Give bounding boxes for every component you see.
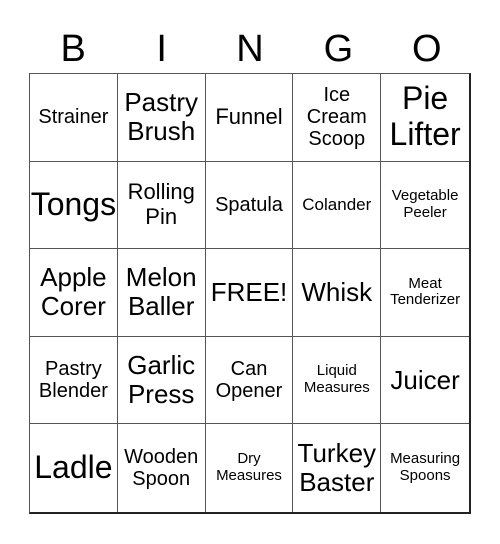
bingo-cell[interactable]: Pastry Blender (30, 336, 118, 425)
bingo-header: B I N G O (29, 26, 471, 72)
bingo-cell[interactable]: Ladle (30, 424, 118, 512)
bingo-cell[interactable]: Ice Cream Scoop (293, 74, 382, 162)
bingo-cell[interactable]: Pastry Brush (117, 74, 206, 162)
bingo-cell[interactable]: Dry Measures (206, 424, 294, 512)
bingo-cell[interactable]: Turkey Baster (293, 424, 382, 512)
bingo-cell[interactable]: Wooden Spoon (118, 424, 206, 512)
bingo-cell[interactable]: Tongs (30, 161, 118, 250)
bingo-cell[interactable]: Pie Lifter (381, 74, 469, 162)
bingo-grid: Strainer Pastry Brush Funnel Ice Cream S… (29, 73, 471, 514)
header-letter-o: O (412, 28, 442, 70)
bingo-cell[interactable]: Whisk (293, 249, 382, 337)
bingo-cell[interactable]: Vegetable Peeler (381, 162, 469, 250)
bingo-cell[interactable]: Colander (293, 161, 382, 250)
header-letter-i: I (156, 28, 167, 70)
header-letter-g: G (323, 28, 354, 70)
bingo-cell[interactable]: Apple Corer (30, 249, 118, 337)
bingo-cell[interactable]: Rolling Pin (117, 161, 206, 250)
header-letter-n: N (236, 28, 264, 70)
bingo-cell[interactable]: Spatula (205, 161, 294, 250)
free-space-cell[interactable]: FREE! (205, 249, 294, 337)
bingo-cell[interactable]: Melon Baller (117, 249, 206, 337)
bingo-cell[interactable]: Garlic Press (117, 336, 206, 425)
bingo-cell[interactable]: Juicer (381, 337, 469, 425)
bingo-cell[interactable]: Funnel (205, 74, 294, 162)
bingo-cell[interactable]: Measuring Spoons (381, 424, 469, 512)
header-letter-b: B (60, 28, 86, 70)
bingo-cell[interactable]: Can Opener (205, 336, 294, 425)
bingo-cell[interactable]: Strainer (30, 74, 118, 162)
bingo-cell[interactable]: Liquid Measures (293, 336, 382, 425)
bingo-cell[interactable]: Meat Tenderizer (381, 249, 469, 337)
